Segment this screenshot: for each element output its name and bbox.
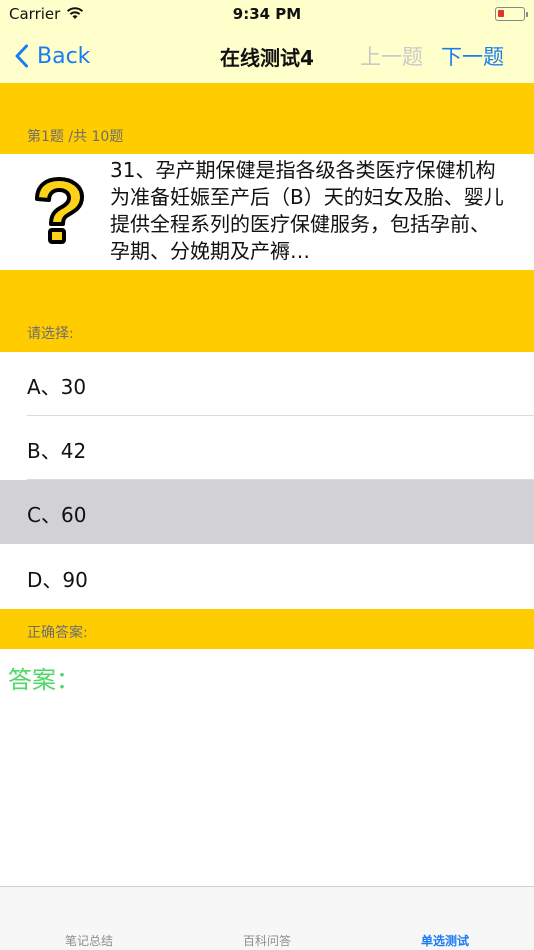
battery-icon <box>495 7 528 21</box>
status-bar: Carrier 9:34 PM <box>0 0 534 30</box>
correct-answer-label: 正确答案: <box>27 625 88 641</box>
tab-bar: 笔记总结 百科问答 单选测试 <box>0 886 534 950</box>
navigation-bar: Back 在线测试4 上一题 下一题 <box>0 30 534 83</box>
answer-text: 答案： <box>8 666 80 694</box>
option-label: C、60 <box>27 503 87 527</box>
choose-label: 请选择: <box>27 326 74 342</box>
option-label: B、42 <box>27 439 87 463</box>
next-question-button[interactable]: 下一题 <box>441 41 504 71</box>
option-label: D、90 <box>27 568 88 592</box>
option-label: A、30 <box>27 375 87 399</box>
status-time: 9:34 PM <box>232 5 302 23</box>
options-header <box>0 270 534 352</box>
tab-notes-summary[interactable]: 笔记总结 <box>0 932 178 949</box>
option-a[interactable]: A、30 <box>0 352 534 416</box>
question-row: 31、孕产期保健是指各级各类医疗保健机构为准备妊娠至产后（B）天的妇女及胎、婴儿… <box>0 154 534 270</box>
previous-question-button[interactable]: 上一题 <box>360 41 423 71</box>
question-mark-icon <box>35 177 84 244</box>
tab-encyclopedia-qa[interactable]: 百科问答 <box>178 932 356 949</box>
tab-single-choice-test[interactable]: 单选测试 <box>356 932 534 949</box>
question-progress-label: 第1题 /共 10题 <box>27 129 124 145</box>
option-b[interactable]: B、42 <box>0 416 534 480</box>
option-d[interactable]: D、90 <box>0 545 534 609</box>
question-text: 31、孕产期保健是指各级各类医疗保健机构为准备妊娠至产后（B）天的妇女及胎、婴儿… <box>110 158 504 263</box>
option-c[interactable]: C、60 <box>0 480 534 544</box>
